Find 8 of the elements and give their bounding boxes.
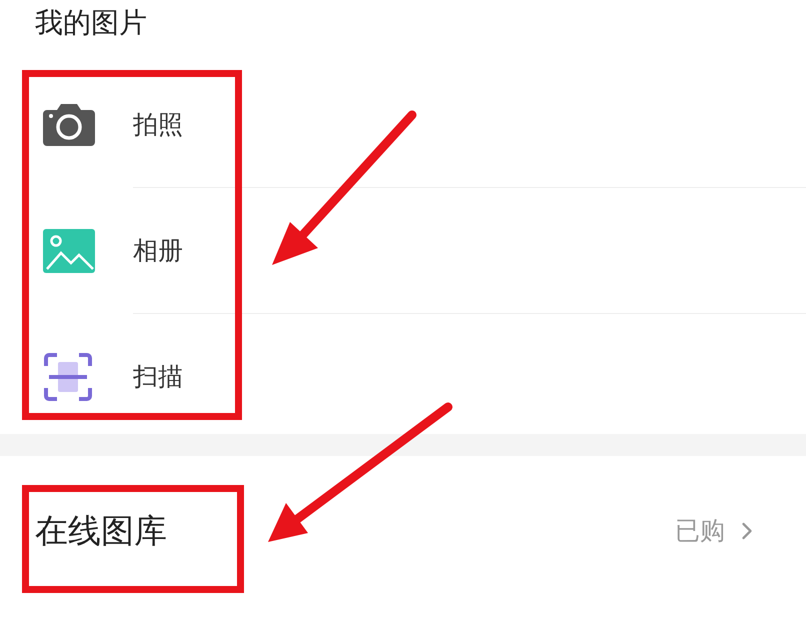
- image-icon: [43, 229, 95, 273]
- scan-icon: [43, 352, 93, 402]
- camera-icon: [43, 102, 95, 148]
- section-title: 我的图片: [35, 6, 147, 39]
- menu-item[interactable]: 扫描: [133, 358, 183, 396]
- gallery-title: 在线图库: [35, 510, 168, 552]
- menu-item[interactable]: 相册: [133, 232, 183, 270]
- menu-item[interactable]: 拍照: [133, 106, 183, 144]
